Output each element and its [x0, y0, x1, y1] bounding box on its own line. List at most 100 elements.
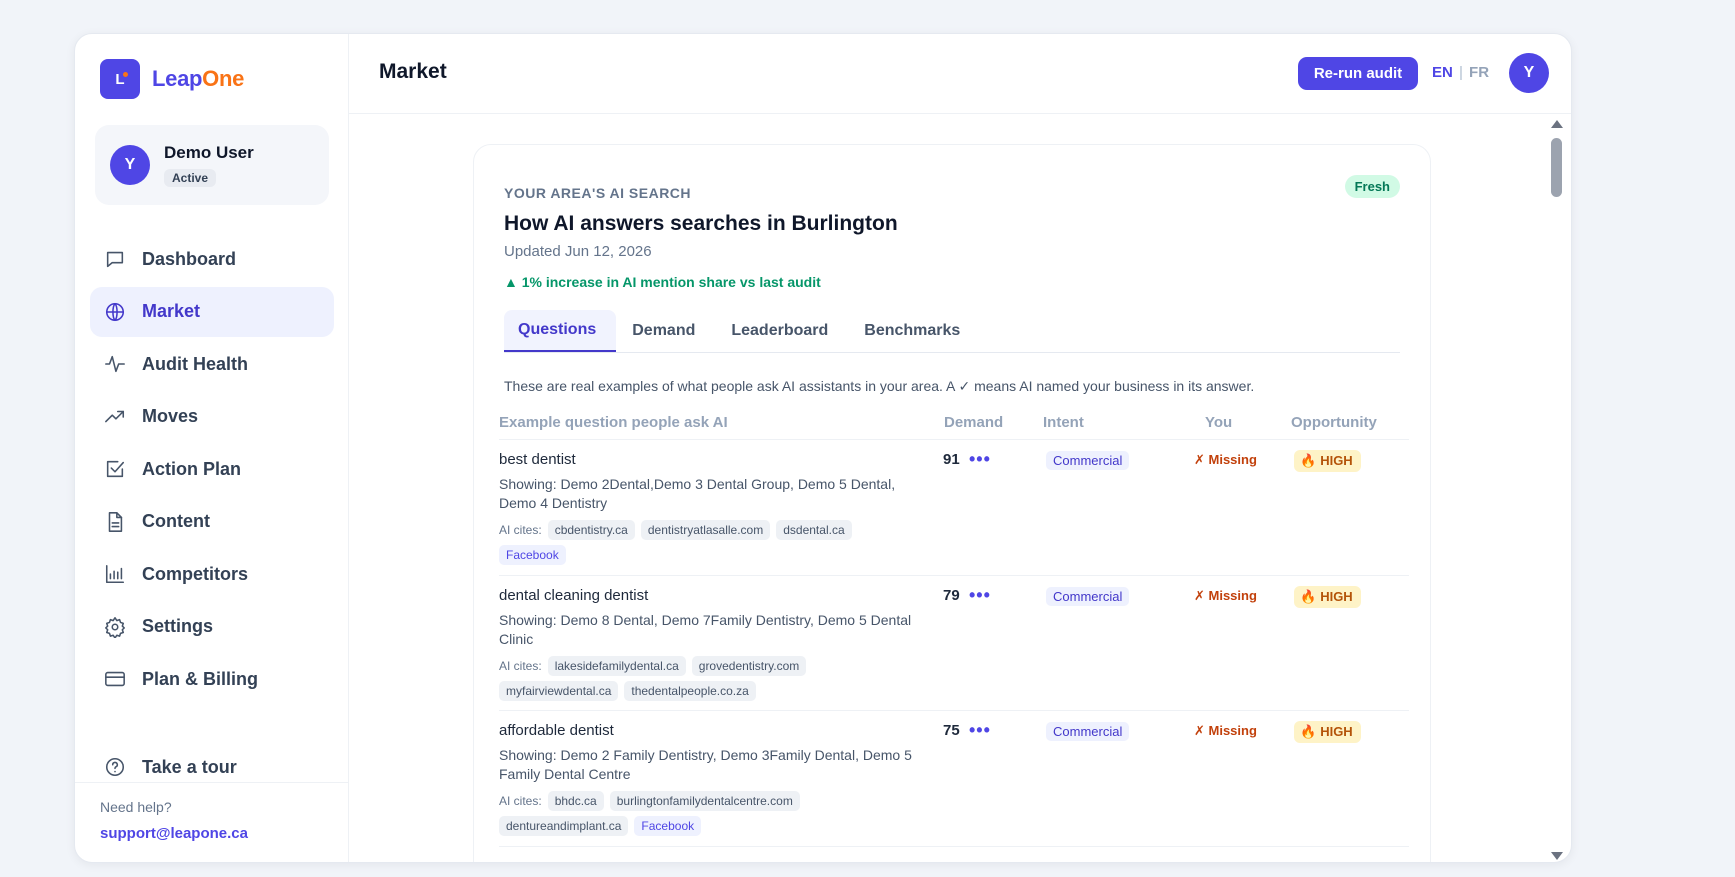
tab-questions[interactable]: Questions	[504, 310, 617, 352]
sidebar-item-label: Moves	[142, 406, 199, 426]
sidebar-item-action-plan[interactable]: Action Plan	[90, 444, 334, 494]
cite-chip: burlingtonfamilydentalcentre.com	[609, 791, 800, 811]
ai-cites-label: AI cites:	[499, 794, 542, 808]
question-text: dental cleaning dentist	[499, 586, 649, 604]
lang-fr-button[interactable]: FR	[1469, 64, 1489, 81]
sidebar-item-content[interactable]: Content	[90, 497, 334, 547]
card-eyebrow: YOUR AREA'S AI SEARCH	[504, 185, 692, 201]
opportunity-level: HIGH	[1320, 588, 1353, 604]
demand-score: 75	[943, 722, 960, 739]
chat-icon	[106, 251, 124, 268]
fresh-badge: Fresh	[1344, 175, 1400, 198]
sidebar-item-label: Dashboard	[142, 248, 237, 269]
demand-score: 79	[943, 586, 960, 604]
intent-badge: Commercial	[1046, 451, 1130, 470]
sidebar-item-label: Market	[142, 301, 201, 321]
cite-chip: dentureandimplant.ca	[499, 816, 629, 836]
table-row[interactable]: affordable dentist Showing: Demo 2 Famil…	[499, 711, 1409, 847]
cite-chip: dentistryatlasalle.com	[640, 520, 771, 540]
intent-badge: Commercial	[1046, 722, 1130, 741]
help-label: Need help?	[100, 799, 172, 815]
showing-competitors: Showing: Demo 2 Family Dentistry, Demo 3…	[499, 747, 912, 782]
tab-leaderboard[interactable]: Leaderboard	[717, 310, 848, 352]
ai-cites: AI cites: bhdc.ca burlingtonfamilydentalce…	[499, 789, 929, 839]
updated-date: Updated Jun 12, 2026	[504, 243, 652, 260]
sidebar-item-label: Action Plan	[142, 458, 242, 479]
flame-icon: 🔥	[1300, 588, 1317, 604]
page-title: Market	[379, 60, 447, 83]
bar-chart-icon	[105, 564, 125, 584]
tab-demand[interactable]: Demand	[618, 310, 715, 352]
intent-badge: Commercial	[1046, 586, 1130, 606]
mention-share-increase: ▲ 1% increase in AI mention share vs las…	[504, 274, 821, 290]
scroll-thumb[interactable]	[1551, 138, 1562, 197]
ai-cites-label: AI cites:	[499, 523, 542, 537]
globe-icon	[105, 302, 125, 321]
scroll-up-icon[interactable]	[1551, 120, 1563, 128]
support-email-link[interactable]: support@leapone.ca	[100, 825, 323, 842]
cite-chip-social: Facebook	[634, 816, 702, 836]
document-icon	[108, 511, 123, 532]
user-name: Demo User	[164, 143, 254, 162]
col-you-header: You	[1205, 414, 1233, 431]
sidebar-item-dashboard[interactable]: Dashboard	[90, 234, 334, 284]
more-dots-icon[interactable]: •••	[969, 585, 991, 606]
cite-chip: thedentalpeople.co.za	[624, 680, 756, 701]
rerun-audit-button[interactable]: Re-run audit	[1298, 57, 1418, 90]
main-content: Market Re-run audit EN | FR Y YOUR AREA'S …	[349, 34, 1571, 862]
sidebar-nav: Dashboard Market Audit Health Moves Acti…	[90, 234, 334, 707]
opportunity-badge: 🔥 HIGH	[1294, 721, 1361, 743]
flame-icon: 🔥	[1300, 453, 1317, 468]
you-status: ✗ Missing	[1194, 587, 1257, 603]
sidebar-item-audit-health[interactable]: Audit Health	[90, 339, 334, 389]
help-circle-icon	[105, 757, 125, 777]
sidebar-item-competitors[interactable]: Competitors	[90, 549, 334, 599]
table-row[interactable]: best dentist Showing: Demo 2Dental,Demo …	[499, 440, 1409, 576]
user-card[interactable]: Y Demo User Active	[95, 125, 329, 205]
tab-benchmarks[interactable]: Benchmarks	[850, 310, 980, 352]
lang-separator: |	[1458, 64, 1464, 81]
checkbox-icon	[106, 460, 125, 478]
scrollbar[interactable]	[1549, 120, 1563, 860]
sidebar-item-market[interactable]: Market	[90, 286, 334, 337]
sidebar-item-settings[interactable]: Settings	[90, 602, 334, 652]
sidebar-item-plan-billing[interactable]: Plan & Billing	[90, 654, 334, 704]
cite-chip: myfairviewdental.ca	[499, 680, 619, 701]
avatar: Y	[110, 145, 150, 185]
help-section: Need help? support@leapone.ca	[75, 782, 348, 858]
logo-text: LeapOne	[152, 66, 244, 92]
question-text: best dentist	[499, 451, 576, 468]
pulse-icon	[105, 355, 125, 373]
cite-chip: bhdc.ca	[547, 791, 604, 811]
lang-en-button[interactable]: EN	[1432, 64, 1453, 81]
card-title: How AI answers searches in Burlington	[504, 212, 898, 235]
ai-cites: AI cites: cbdentistry.ca dentistryatlasall…	[499, 518, 929, 568]
sidebar-item-label: Audit Health	[142, 353, 248, 374]
col-question-header: Example question people ask AI	[499, 414, 728, 431]
scroll-down-icon[interactable]	[1551, 852, 1563, 860]
cite-chip: dsdental.ca	[776, 520, 852, 540]
question-text: affordable dentist	[499, 722, 614, 739]
logo[interactable]: L LeapOne	[100, 59, 244, 99]
cite-chip: cbdentistry.ca	[547, 520, 635, 540]
opportunity-badge: 🔥 HIGH	[1294, 585, 1361, 608]
opportunity-level: HIGH	[1320, 453, 1353, 468]
sidebar-item-label: Plan & Billing	[142, 668, 259, 689]
more-dots-icon[interactable]: •••	[969, 449, 991, 470]
opportunity-badge: 🔥 HIGH	[1294, 450, 1361, 472]
trending-up-icon	[105, 410, 125, 422]
sidebar-item-moves[interactable]: Moves	[90, 392, 334, 442]
showing-competitors: Showing: Demo 2Dental,Demo 3 Dental Grou…	[499, 476, 896, 511]
sidebar-item-label: Competitors	[142, 563, 249, 584]
user-avatar-button[interactable]: Y	[1509, 53, 1549, 93]
questions-table: Example question people ask AI Demand In…	[499, 408, 1409, 847]
you-status: ✗ Missing	[1194, 452, 1257, 467]
opportunity-level: HIGH	[1320, 724, 1353, 739]
language-switcher: EN | FR	[1432, 64, 1489, 81]
demand-score: 91	[943, 451, 960, 468]
showing-competitors: Showing: Demo 8 Dental, Demo 7Family Den…	[499, 611, 912, 647]
table-row[interactable]: dental cleaning dentist Showing: Demo 8 …	[499, 576, 1409, 711]
top-bar: Market Re-run audit EN | FR Y	[349, 34, 1571, 114]
more-dots-icon[interactable]: •••	[969, 720, 991, 741]
status-badge: Active	[164, 169, 217, 187]
